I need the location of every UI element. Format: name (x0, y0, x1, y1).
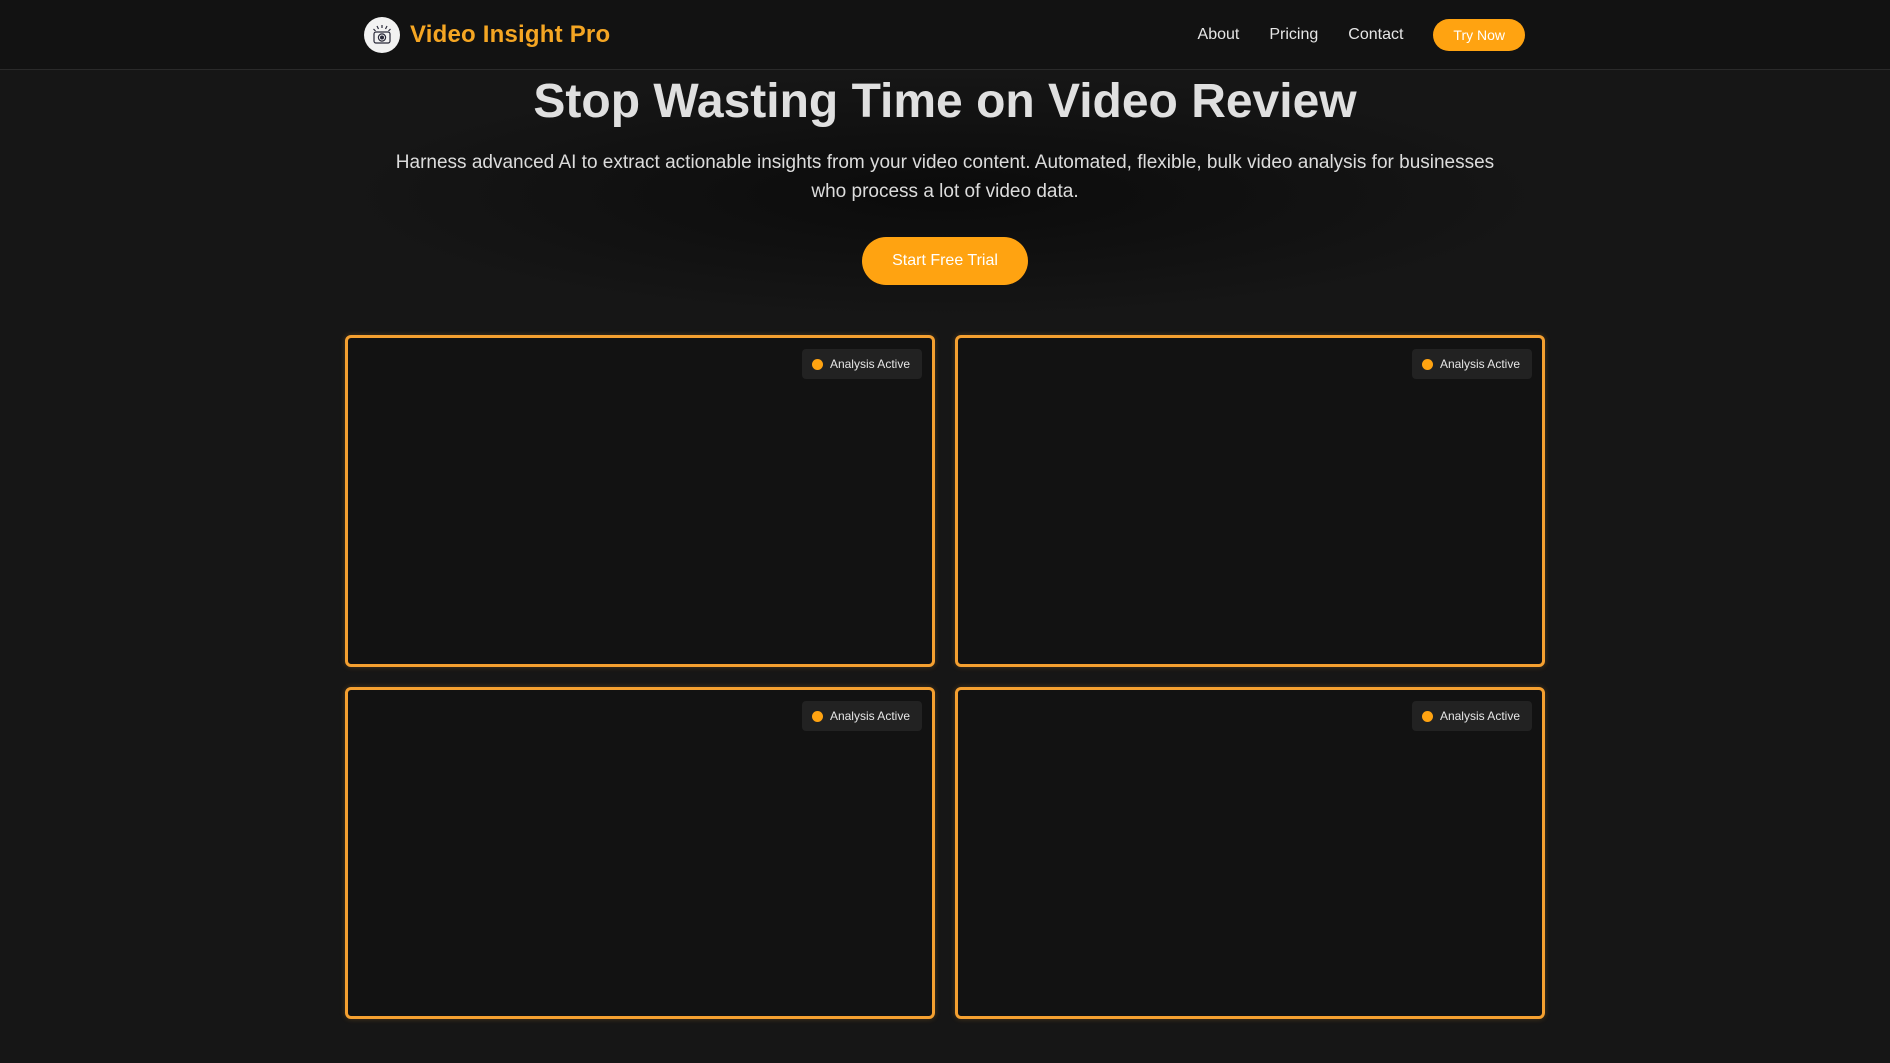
nav-contact-link[interactable]: Contact (1348, 26, 1403, 44)
video-panel[interactable]: Analysis Active (955, 687, 1545, 1019)
brand-name: Video Insight Pro (410, 21, 611, 48)
status-dot-icon (811, 710, 823, 722)
nav-pricing-link[interactable]: Pricing (1269, 26, 1318, 44)
nav-links: About Pricing Contact Try Now (1198, 19, 1525, 51)
hero-subtitle-line-2: who process a lot of video data. (811, 181, 1079, 202)
status-badge: Analysis Active (801, 349, 922, 379)
status-badge: Analysis Active (1411, 701, 1532, 731)
status-label: Analysis Active (829, 709, 910, 723)
status-badge: Analysis Active (1411, 349, 1532, 379)
nav-about-link[interactable]: About (1198, 26, 1240, 44)
hero-subtitle: Harness advanced AI to extract actionabl… (375, 148, 1515, 206)
status-dot-icon (1421, 710, 1433, 722)
status-dot-icon (811, 358, 823, 370)
video-panel[interactable]: Analysis Active (345, 687, 935, 1019)
video-panel[interactable]: Analysis Active (345, 335, 935, 667)
video-panel[interactable]: Analysis Active (955, 335, 1545, 667)
try-now-button[interactable]: Try Now (1433, 19, 1525, 51)
video-panels-grid: Analysis Active Analysis Active Analysis… (345, 335, 1545, 1019)
top-navbar: Video Insight Pro About Pricing Contact … (0, 0, 1890, 70)
status-badge: Analysis Active (801, 701, 922, 731)
camera-eye-icon (364, 17, 400, 53)
hero-subtitle-line-1: Harness advanced AI to extract actionabl… (395, 152, 1495, 173)
hero-title: Stop Wasting Time on Video Review (533, 75, 1357, 128)
status-label: Analysis Active (1439, 709, 1520, 723)
brand[interactable]: Video Insight Pro (364, 17, 610, 53)
status-label: Analysis Active (1439, 357, 1520, 371)
status-dot-icon (1421, 358, 1433, 370)
start-free-trial-button[interactable]: Start Free Trial (862, 237, 1028, 285)
status-label: Analysis Active (829, 357, 910, 371)
